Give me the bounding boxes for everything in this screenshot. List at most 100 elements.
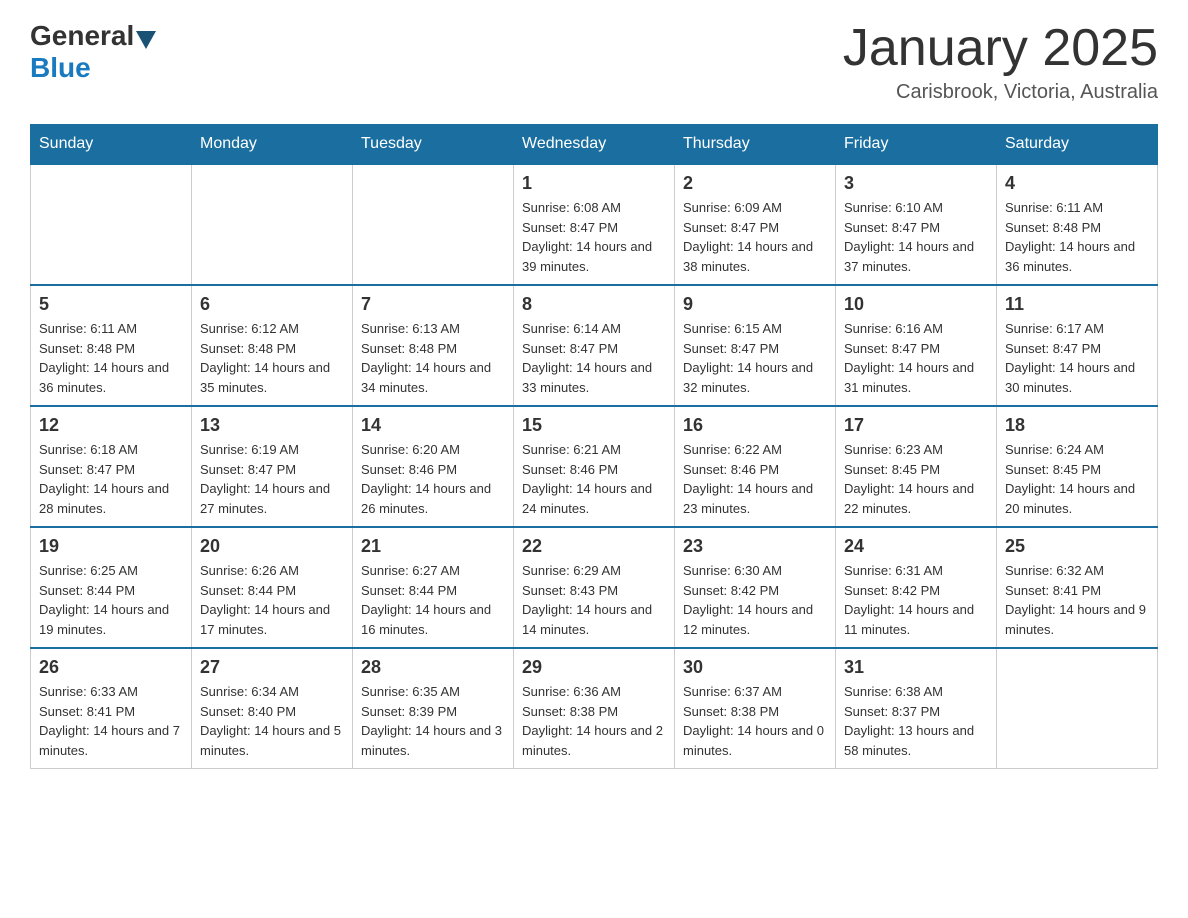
table-row: 28 Sunrise: 6:35 AM Sunset: 8:39 PM Dayli… (353, 648, 514, 769)
calendar-week-row: 5 Sunrise: 6:11 AM Sunset: 8:48 PM Daylig… (31, 285, 1158, 406)
table-row (997, 648, 1158, 769)
calendar-header-row: Sunday Monday Tuesday Wednesday Thursday… (31, 125, 1158, 165)
header-friday: Friday (836, 125, 997, 165)
day-info: Sunrise: 6:17 AM Sunset: 8:47 PM Dayligh… (1005, 319, 1149, 397)
table-row: 24 Sunrise: 6:31 AM Sunset: 8:42 PM Dayli… (836, 527, 997, 648)
day-number: 30 (683, 657, 827, 678)
table-row: 3Sunrise: 6:10 AM Sunset: 8:47 PM Daylig… (836, 164, 997, 285)
day-info: Sunrise: 6:25 AM Sunset: 8:44 PM Dayligh… (39, 561, 183, 639)
logo: General Blue (30, 20, 158, 84)
table-row: 20 Sunrise: 6:26 AM Sunset: 8:44 PM Dayli… (192, 527, 353, 648)
table-row (353, 164, 514, 285)
calendar-week-row: 26 Sunrise: 6:33 AM Sunset: 8:41 PM Dayli… (31, 648, 1158, 769)
calendar-subtitle: Carisbrook, Victoria, Australia (843, 81, 1158, 104)
day-info: Sunrise: 6:21 AM Sunset: 8:46 PM Dayligh… (522, 440, 666, 518)
table-row: 4 Sunrise: 6:11 AM Sunset: 8:48 PM Daylig… (997, 164, 1158, 285)
day-number: 5 (39, 294, 183, 315)
table-row: 22 Sunrise: 6:29 AM Sunset: 8:43 PM Dayli… (514, 527, 675, 648)
day-number: 13 (200, 415, 344, 436)
table-row: 26 Sunrise: 6:33 AM Sunset: 8:41 PM Dayli… (31, 648, 192, 769)
header-tuesday: Tuesday (353, 125, 514, 165)
day-number: 17 (844, 415, 988, 436)
table-row: 19 Sunrise: 6:25 AM Sunset: 8:44 PM Dayli… (31, 527, 192, 648)
day-number: 10 (844, 294, 988, 315)
day-number: 16 (683, 415, 827, 436)
table-row: 9 Sunrise: 6:15 AM Sunset: 8:47 PM Daylig… (675, 285, 836, 406)
day-info: Sunrise: 6:29 AM Sunset: 8:43 PM Dayligh… (522, 561, 666, 639)
day-number: 4 (1005, 173, 1149, 194)
day-info: Sunrise: 6:35 AM Sunset: 8:39 PM Dayligh… (361, 682, 505, 760)
day-number: 19 (39, 536, 183, 557)
table-row: 11Sunrise: 6:17 AM Sunset: 8:47 PM Dayli… (997, 285, 1158, 406)
day-info: Sunrise: 6:34 AM Sunset: 8:40 PM Dayligh… (200, 682, 344, 760)
table-row: 13Sunrise: 6:19 AM Sunset: 8:47 PM Dayli… (192, 406, 353, 527)
day-number: 7 (361, 294, 505, 315)
day-info: Sunrise: 6:11 AM Sunset: 8:48 PM Dayligh… (39, 319, 183, 397)
logo-blue-text: Blue (30, 52, 91, 84)
table-row: 17 Sunrise: 6:23 AM Sunset: 8:45 PM Dayli… (836, 406, 997, 527)
day-info: Sunrise: 6:37 AM Sunset: 8:38 PM Dayligh… (683, 682, 827, 760)
table-row: 27 Sunrise: 6:34 AM Sunset: 8:40 PM Dayli… (192, 648, 353, 769)
calendar-table: Sunday Monday Tuesday Wednesday Thursday… (30, 124, 1158, 769)
header-saturday: Saturday (997, 125, 1158, 165)
day-info: Sunrise: 6:11 AM Sunset: 8:48 PM Dayligh… (1005, 198, 1149, 276)
table-row: 5 Sunrise: 6:11 AM Sunset: 8:48 PM Daylig… (31, 285, 192, 406)
table-row: 1Sunrise: 6:08 AM Sunset: 8:47 PM Daylig… (514, 164, 675, 285)
day-info: Sunrise: 6:15 AM Sunset: 8:47 PM Dayligh… (683, 319, 827, 397)
day-info: Sunrise: 6:20 AM Sunset: 8:46 PM Dayligh… (361, 440, 505, 518)
day-info: Sunrise: 6:22 AM Sunset: 8:46 PM Dayligh… (683, 440, 827, 518)
day-info: Sunrise: 6:27 AM Sunset: 8:44 PM Dayligh… (361, 561, 505, 639)
day-number: 20 (200, 536, 344, 557)
day-number: 1 (522, 173, 666, 194)
day-number: 2 (683, 173, 827, 194)
table-row: 15Sunrise: 6:21 AM Sunset: 8:46 PM Dayli… (514, 406, 675, 527)
day-info: Sunrise: 6:36 AM Sunset: 8:38 PM Dayligh… (522, 682, 666, 760)
day-number: 21 (361, 536, 505, 557)
day-info: Sunrise: 6:26 AM Sunset: 8:44 PM Dayligh… (200, 561, 344, 639)
day-number: 14 (361, 415, 505, 436)
day-info: Sunrise: 6:31 AM Sunset: 8:42 PM Dayligh… (844, 561, 988, 639)
day-info: Sunrise: 6:16 AM Sunset: 8:47 PM Dayligh… (844, 319, 988, 397)
day-number: 24 (844, 536, 988, 557)
day-info: Sunrise: 6:10 AM Sunset: 8:47 PM Dayligh… (844, 198, 988, 276)
calendar-week-row: 19 Sunrise: 6:25 AM Sunset: 8:44 PM Dayli… (31, 527, 1158, 648)
day-number: 9 (683, 294, 827, 315)
day-info: Sunrise: 6:13 AM Sunset: 8:48 PM Dayligh… (361, 319, 505, 397)
table-row: 12Sunrise: 6:18 AM Sunset: 8:47 PM Dayli… (31, 406, 192, 527)
table-row: 10 Sunrise: 6:16 AM Sunset: 8:47 PM Dayli… (836, 285, 997, 406)
day-number: 25 (1005, 536, 1149, 557)
day-info: Sunrise: 6:14 AM Sunset: 8:47 PM Dayligh… (522, 319, 666, 397)
day-info: Sunrise: 6:30 AM Sunset: 8:42 PM Dayligh… (683, 561, 827, 639)
day-number: 27 (200, 657, 344, 678)
title-section: January 2025 Carisbrook, Victoria, Austr… (843, 20, 1158, 104)
day-number: 28 (361, 657, 505, 678)
table-row: 8 Sunrise: 6:14 AM Sunset: 8:47 PM Daylig… (514, 285, 675, 406)
day-number: 26 (39, 657, 183, 678)
calendar-week-row: 12Sunrise: 6:18 AM Sunset: 8:47 PM Dayli… (31, 406, 1158, 527)
day-info: Sunrise: 6:23 AM Sunset: 8:45 PM Dayligh… (844, 440, 988, 518)
day-info: Sunrise: 6:24 AM Sunset: 8:45 PM Dayligh… (1005, 440, 1149, 518)
day-info: Sunrise: 6:38 AM Sunset: 8:37 PM Dayligh… (844, 682, 988, 760)
day-info: Sunrise: 6:32 AM Sunset: 8:41 PM Dayligh… (1005, 561, 1149, 639)
day-number: 31 (844, 657, 988, 678)
day-number: 12 (39, 415, 183, 436)
day-number: 29 (522, 657, 666, 678)
table-row: 25 Sunrise: 6:32 AM Sunset: 8:41 PM Dayli… (997, 527, 1158, 648)
day-number: 23 (683, 536, 827, 557)
table-row (31, 164, 192, 285)
header-thursday: Thursday (675, 125, 836, 165)
day-info: Sunrise: 6:09 AM Sunset: 8:47 PM Dayligh… (683, 198, 827, 276)
table-row: 2 Sunrise: 6:09 AM Sunset: 8:47 PM Daylig… (675, 164, 836, 285)
logo-triangle-icon (136, 31, 156, 49)
day-number: 8 (522, 294, 666, 315)
calendar-week-row: 1Sunrise: 6:08 AM Sunset: 8:47 PM Daylig… (31, 164, 1158, 285)
day-info: Sunrise: 6:33 AM Sunset: 8:41 PM Dayligh… (39, 682, 183, 760)
table-row (192, 164, 353, 285)
table-row: 23 Sunrise: 6:30 AM Sunset: 8:42 PM Dayli… (675, 527, 836, 648)
day-number: 22 (522, 536, 666, 557)
day-number: 18 (1005, 415, 1149, 436)
table-row: 18 Sunrise: 6:24 AM Sunset: 8:45 PM Dayli… (997, 406, 1158, 527)
table-row: 29 Sunrise: 6:36 AM Sunset: 8:38 PM Dayli… (514, 648, 675, 769)
table-row: 31 Sunrise: 6:38 AM Sunset: 8:37 PM Dayli… (836, 648, 997, 769)
day-info: Sunrise: 6:12 AM Sunset: 8:48 PM Dayligh… (200, 319, 344, 397)
